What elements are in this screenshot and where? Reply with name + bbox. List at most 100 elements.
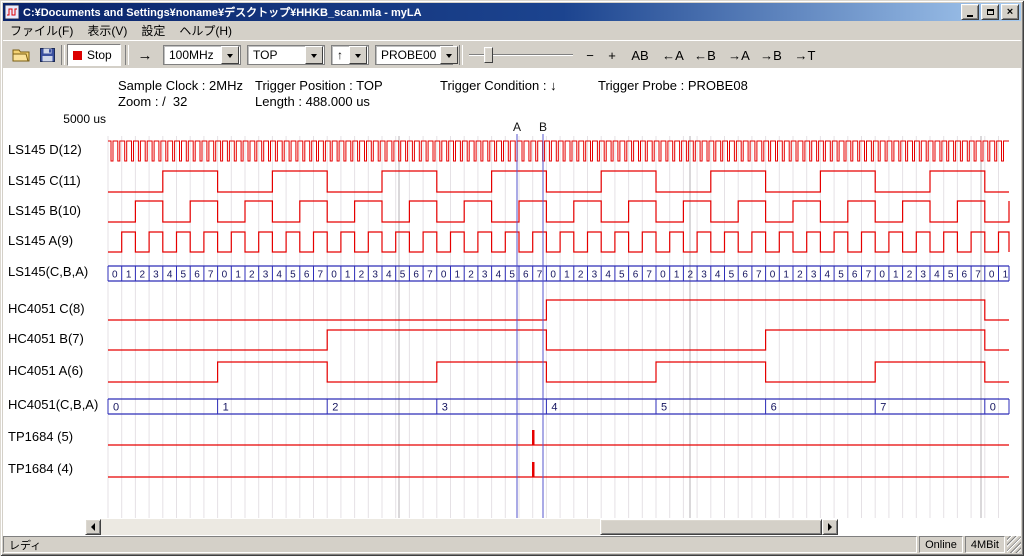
scroll-thumb[interactable]: [600, 519, 822, 535]
chevron-down-icon: [227, 54, 233, 61]
signal-label[interactable]: HC4051 A(6): [8, 363, 83, 378]
bus-value: 6: [194, 270, 200, 281]
bus-value: 5: [619, 270, 625, 281]
run-button[interactable]: →: [133, 44, 157, 66]
pulse-mark: [532, 430, 535, 445]
resize-grip[interactable]: [1007, 536, 1021, 553]
trigger-edge-value: ↑: [333, 48, 347, 62]
scroll-right-button[interactable]: [822, 519, 838, 535]
bus-value: 6: [633, 270, 639, 281]
toolbar-separator: [61, 45, 65, 65]
bus-value: 0: [879, 270, 885, 281]
signal-label[interactable]: LS145 C(11): [8, 173, 81, 188]
goto-b-right-button[interactable]: →B: [757, 45, 785, 65]
statusbar: レディ Online 4MBit: [3, 536, 1021, 553]
waveform-square: [108, 201, 1009, 222]
slider-thumb[interactable]: [484, 47, 493, 63]
signal-label[interactable]: TP1684 (5): [8, 429, 73, 444]
waveform-plot[interactable]: 0123456701234567012345670123456701234567…: [0, 118, 1024, 522]
maximize-button[interactable]: [981, 4, 999, 20]
close-button[interactable]: ×: [1001, 4, 1019, 20]
bus-value: 3: [263, 270, 269, 281]
signal-label[interactable]: HC4051 C(8): [8, 301, 85, 316]
zoom-out-button[interactable]: −: [581, 45, 599, 65]
toolbar-separator: [459, 45, 463, 65]
bus-value: 6: [742, 270, 748, 281]
dropdown-button[interactable]: [305, 46, 323, 64]
bus-value: 3: [442, 402, 448, 414]
bus-value: 2: [578, 270, 584, 281]
bus-value: 6: [962, 270, 968, 281]
bus-value: 5: [838, 270, 844, 281]
bus-value: 6: [413, 270, 419, 281]
minimize-icon: [967, 15, 973, 17]
signal-label[interactable]: LS145 D(12): [8, 142, 82, 157]
status-ready: レディ: [3, 536, 917, 553]
signal-label[interactable]: LS145 A(9): [8, 233, 73, 248]
waveform-square: [108, 232, 1009, 252]
status-memory: 4MBit: [965, 536, 1005, 553]
trigger-edge-select[interactable]: ↑: [331, 45, 369, 65]
menu-item-help[interactable]: ヘルプ(H): [172, 20, 239, 41]
bus-value: 4: [934, 270, 940, 281]
signal-label[interactable]: LS145 B(10): [8, 203, 81, 218]
probe-select[interactable]: PROBE00: [375, 45, 453, 65]
menu-item-view[interactable]: 表示(V): [80, 20, 134, 41]
dropdown-button[interactable]: [440, 46, 458, 64]
bus-value: 0: [550, 270, 556, 281]
open-button[interactable]: [9, 44, 33, 66]
signal-label[interactable]: TP1684 (4): [8, 461, 73, 476]
titlebar: C:¥Documents and Settings¥noname¥デスクトップ¥…: [3, 3, 1021, 21]
dropdown-button[interactable]: [221, 46, 239, 64]
signal-label[interactable]: HC4051 B(7): [8, 331, 84, 346]
maximize-icon: [987, 9, 994, 15]
horizontal-scrollbar[interactable]: [85, 519, 838, 535]
ab-button[interactable]: AB: [627, 45, 653, 65]
sample-clock-info: Sample Clock : 2MHz: [118, 78, 243, 93]
bus-value: 2: [140, 270, 146, 281]
bus-value: 7: [646, 270, 652, 281]
stop-button[interactable]: Stop: [67, 44, 121, 66]
dropdown-button[interactable]: [349, 46, 367, 64]
bus-value: 4: [276, 270, 282, 281]
signal-label[interactable]: LS145(C,B,A): [8, 264, 88, 279]
bus-value: 7: [975, 270, 981, 281]
zoom-slider[interactable]: [469, 47, 573, 63]
goto-trigger-button[interactable]: →T: [791, 45, 819, 65]
save-floppy-icon: [40, 48, 55, 62]
bus-value: 0: [660, 270, 666, 281]
bus-value: 3: [482, 270, 488, 281]
bus-value: 4: [496, 270, 502, 281]
bus-value: 2: [907, 270, 913, 281]
trigger-position-value: TOP: [249, 48, 281, 62]
minimize-button[interactable]: [961, 4, 979, 20]
trigger-condition-info: Trigger Condition : ↓: [440, 78, 557, 93]
goto-a-right-button[interactable]: →A: [725, 45, 753, 65]
bus-value: 0: [331, 270, 337, 281]
menu-item-settings[interactable]: 設定: [134, 20, 172, 41]
signal-label[interactable]: HC4051(C,B,A): [8, 397, 98, 412]
bus-value: 0: [990, 402, 996, 414]
bus-value: 4: [825, 270, 831, 281]
save-button[interactable]: [35, 44, 59, 66]
bus-value: 5: [661, 402, 667, 414]
bus-value: 4: [551, 402, 557, 414]
bus-value: 0: [112, 270, 118, 281]
bus-value: 1: [564, 270, 570, 281]
bus-value: 6: [852, 270, 858, 281]
zoom-in-button[interactable]: +: [603, 45, 621, 65]
menu-item-file[interactable]: ファイル(F): [3, 20, 80, 41]
scroll-left-button[interactable]: [85, 519, 101, 535]
bus-value: 0: [113, 402, 119, 414]
bus-value: 3: [372, 270, 378, 281]
trigger-position-select[interactable]: TOP: [247, 45, 325, 65]
bus-value: 1: [783, 270, 789, 281]
bus-value: 5: [729, 270, 735, 281]
bus-value: 3: [701, 270, 707, 281]
goto-b-left-button[interactable]: ←B: [691, 45, 719, 65]
goto-a-left-button[interactable]: ←A: [659, 45, 687, 65]
bus-value: 4: [167, 270, 173, 281]
bus-value: 1: [126, 270, 132, 281]
bus-value: 7: [427, 270, 433, 281]
sample-clock-select[interactable]: 100MHz: [163, 45, 241, 65]
